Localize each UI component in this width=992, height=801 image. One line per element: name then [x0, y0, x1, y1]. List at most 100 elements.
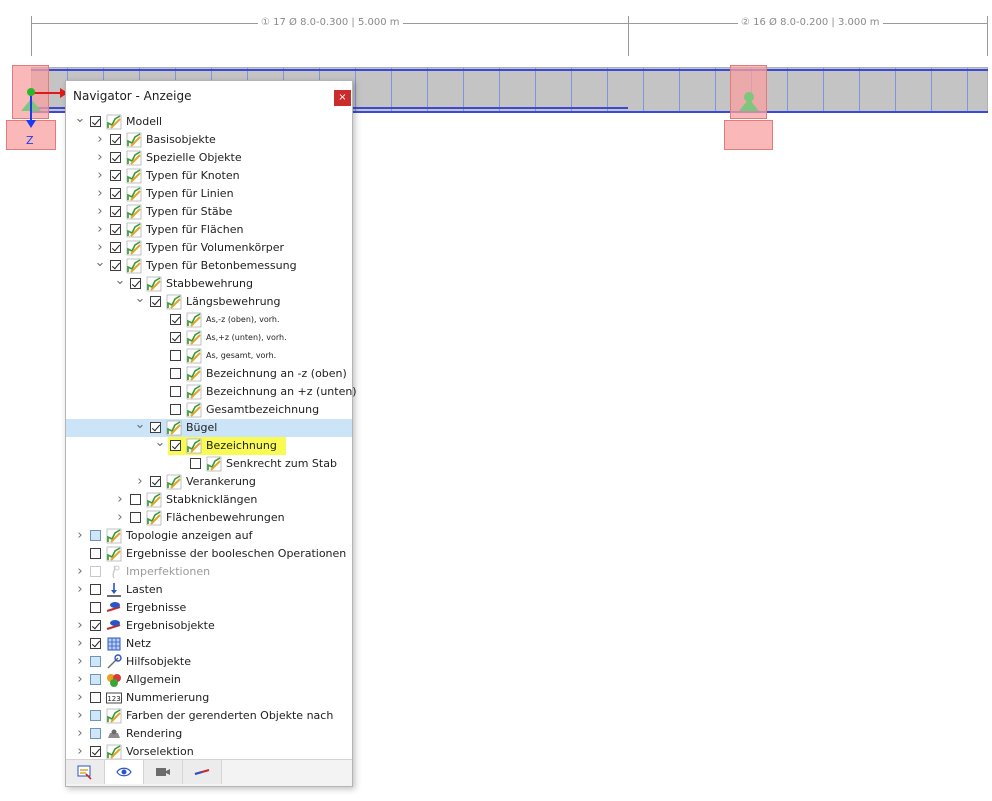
- chevron-right-icon[interactable]: ›: [74, 527, 86, 545]
- checkbox[interactable]: [170, 314, 181, 325]
- tree-item[interactable]: › Netz: [66, 635, 352, 653]
- checkbox[interactable]: [90, 746, 101, 757]
- checkbox[interactable]: [170, 368, 181, 379]
- checkbox[interactable]: [110, 188, 121, 199]
- chevron-right-icon[interactable]: ›: [74, 689, 86, 707]
- checkbox[interactable]: [110, 206, 121, 217]
- tree-item[interactable]: › Allgemein: [66, 671, 352, 689]
- checkbox[interactable]: [170, 404, 181, 415]
- chevron-down-icon[interactable]: ⌄: [114, 274, 126, 293]
- checkbox[interactable]: [150, 422, 161, 433]
- tree-item[interactable]: Bezeichnung an +z (unten): [66, 383, 357, 401]
- checkbox[interactable]: [90, 530, 101, 541]
- tree-item[interactable]: › Typen für Flächen: [66, 221, 352, 239]
- checkbox[interactable]: [110, 242, 121, 253]
- chevron-down-icon[interactable]: ⌄: [154, 436, 166, 455]
- tree-item[interactable]: › 123 Nummerierung: [66, 689, 352, 707]
- chevron-down-icon[interactable]: ⌄: [94, 256, 106, 275]
- chevron-right-icon[interactable]: ›: [114, 509, 126, 527]
- tree-item[interactable]: › Basisobjekte: [66, 131, 352, 149]
- tree-item[interactable]: › Typen für Volumenkörper: [66, 239, 352, 257]
- chevron-right-icon[interactable]: ›: [74, 653, 86, 671]
- tree-item[interactable]: ⌄ Bügel: [66, 418, 352, 437]
- chevron-right-icon[interactable]: ›: [94, 149, 106, 167]
- checkbox[interactable]: [150, 476, 161, 487]
- tree-item[interactable]: › Typen für Stäbe: [66, 203, 352, 221]
- tree-item[interactable]: › Verankerung: [66, 473, 352, 491]
- data-tab[interactable]: [66, 760, 105, 784]
- checkbox[interactable]: [90, 584, 101, 595]
- tree-item[interactable]: › Flächenbewehrungen: [66, 509, 352, 527]
- checkbox[interactable]: [90, 602, 101, 613]
- tree-item[interactable]: ⌄ Längsbewehrung: [66, 292, 352, 311]
- checkbox[interactable]: [90, 620, 101, 631]
- close-button[interactable]: ×: [334, 90, 351, 106]
- checkbox[interactable]: [90, 638, 101, 649]
- tree-item[interactable]: As,-z (oben), vorh.: [66, 311, 352, 329]
- tree-item[interactable]: › Imperfektionen: [66, 563, 352, 581]
- checkbox[interactable]: [90, 656, 101, 667]
- tree-item[interactable]: ⌄ Modell: [66, 112, 352, 131]
- display-tab[interactable]: [105, 760, 144, 784]
- checkbox[interactable]: [170, 332, 181, 343]
- checkbox[interactable]: [130, 512, 141, 523]
- checkbox[interactable]: [150, 296, 161, 307]
- checkbox[interactable]: [170, 440, 181, 451]
- tree-item[interactable]: › Lasten: [66, 581, 352, 599]
- tree-item[interactable]: As, gesamt, vorh.: [66, 347, 352, 365]
- tree-item[interactable]: › Ergebnisobjekte: [66, 617, 352, 635]
- chevron-right-icon[interactable]: ›: [114, 491, 126, 509]
- checkbox[interactable]: [170, 386, 181, 397]
- checkbox[interactable]: [130, 278, 141, 289]
- checkbox[interactable]: [170, 350, 181, 361]
- tree-item[interactable]: Ergebnisse der booleschen Operationen: [66, 545, 352, 563]
- chevron-down-icon[interactable]: ⌄: [134, 292, 146, 311]
- tree-item[interactable]: › Hilfsobjekte: [66, 653, 352, 671]
- chevron-right-icon[interactable]: ›: [94, 221, 106, 239]
- checkbox[interactable]: [130, 494, 141, 505]
- chevron-down-icon[interactable]: ⌄: [134, 418, 146, 437]
- chevron-right-icon[interactable]: ›: [74, 707, 86, 725]
- tree-item[interactable]: › Spezielle Objekte: [66, 149, 352, 167]
- chevron-right-icon[interactable]: ›: [74, 635, 86, 653]
- chevron-down-icon[interactable]: ⌄: [74, 112, 86, 131]
- chevron-right-icon[interactable]: ›: [94, 167, 106, 185]
- tree-item[interactable]: Gesamtbezeichnung: [66, 401, 352, 419]
- tree-item[interactable]: Ergebnisse: [66, 599, 352, 617]
- tree-item[interactable]: › Farben der gerenderten Objekte nach: [66, 707, 352, 725]
- checkbox[interactable]: [90, 116, 101, 127]
- tree-item[interactable]: As,+z (unten), vorh.: [66, 329, 352, 347]
- tree-item[interactable]: › Rendering: [66, 725, 352, 743]
- chevron-right-icon[interactable]: ›: [94, 185, 106, 203]
- checkbox[interactable]: [90, 710, 101, 721]
- tree-item[interactable]: ⌄ Bezeichnung: [66, 436, 352, 455]
- chevron-right-icon[interactable]: ›: [74, 563, 86, 581]
- chevron-right-icon[interactable]: ›: [74, 617, 86, 635]
- checkbox[interactable]: [110, 224, 121, 235]
- checkbox[interactable]: [90, 692, 101, 703]
- chevron-right-icon[interactable]: ›: [134, 473, 146, 491]
- chevron-right-icon[interactable]: ›: [74, 581, 86, 599]
- checkbox[interactable]: [110, 134, 121, 145]
- checkbox[interactable]: [110, 260, 121, 271]
- views-tab[interactable]: [144, 760, 183, 784]
- tree-item[interactable]: › Stabknicklängen: [66, 491, 352, 509]
- tree-item[interactable]: ⌄ Stabbewehrung: [66, 274, 352, 293]
- chevron-right-icon[interactable]: ›: [74, 725, 86, 743]
- tree-item[interactable]: › Topologie anzeigen auf: [66, 527, 352, 545]
- checkbox[interactable]: [90, 728, 101, 739]
- results-tab[interactable]: [183, 760, 222, 784]
- checkbox[interactable]: [90, 674, 101, 685]
- chevron-right-icon[interactable]: ›: [94, 203, 106, 221]
- tree-item[interactable]: Bezeichnung an -z (oben): [66, 365, 352, 383]
- checkbox[interactable]: [90, 548, 101, 559]
- tree-item[interactable]: › Typen für Knoten: [66, 167, 352, 185]
- tree-item[interactable]: › Typen für Linien: [66, 185, 352, 203]
- chevron-right-icon[interactable]: ›: [74, 671, 86, 689]
- tree-item[interactable]: Senkrecht zum Stab: [66, 455, 352, 473]
- checkbox[interactable]: [110, 170, 121, 181]
- checkbox[interactable]: [190, 458, 201, 469]
- chevron-right-icon[interactable]: ›: [94, 131, 106, 149]
- checkbox[interactable]: [110, 152, 121, 163]
- tree-item[interactable]: ⌄ Typen für Betonbemessung: [66, 256, 352, 275]
